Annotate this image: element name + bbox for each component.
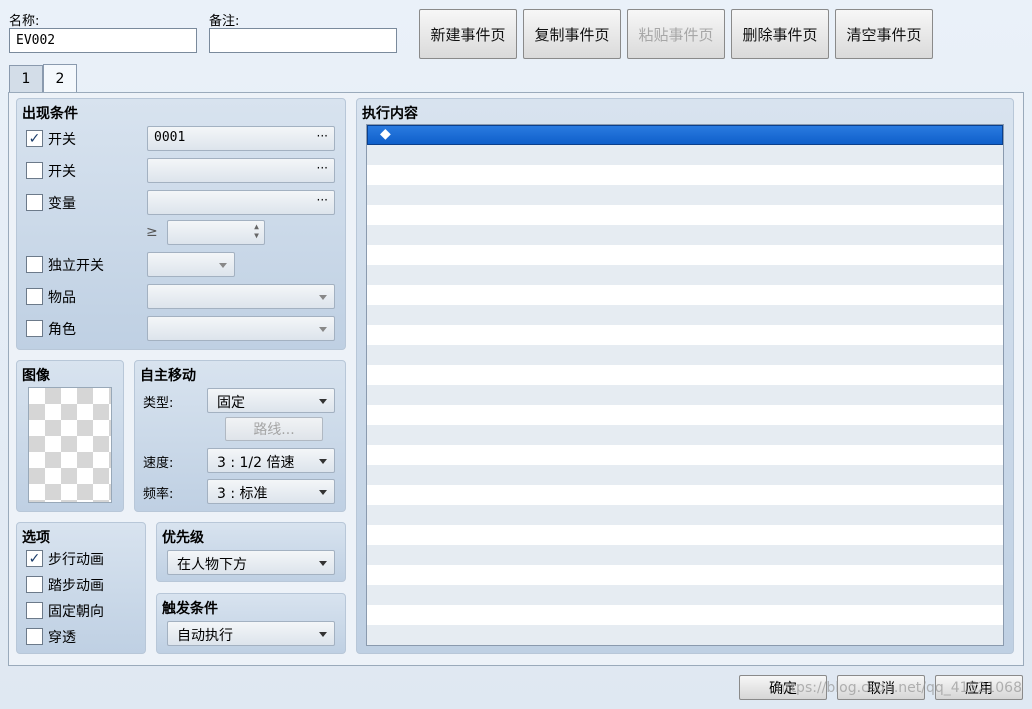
check-icon: ✓ — [28, 550, 41, 567]
switch1-field[interactable]: 0001 ··· — [147, 126, 335, 151]
trigger-dropdown[interactable]: 自动执行 — [167, 621, 335, 646]
trigger-value: 自动执行 — [177, 628, 233, 644]
chevron-down-icon — [319, 459, 327, 464]
variable-field[interactable]: ··· — [147, 190, 335, 215]
move-type-value: 固定 — [217, 395, 245, 411]
frequency-value: 3 : 标准 — [217, 486, 268, 502]
actor-checkbox[interactable] — [26, 320, 43, 337]
variable-value-spinbox[interactable]: ▲ ▼ — [167, 220, 265, 245]
note-label: 备注: — [209, 14, 240, 29]
chevron-down-icon — [319, 490, 327, 495]
item-dropdown[interactable] — [147, 284, 335, 309]
chevron-down-icon — [319, 327, 327, 332]
note-input[interactable] — [209, 28, 397, 53]
check-icon: ✓ — [28, 130, 41, 147]
command-list-row-selected[interactable]: ◆ — [367, 125, 1003, 145]
item-checkbox[interactable] — [26, 288, 43, 305]
gte-symbol: ≥ — [146, 224, 158, 240]
clear-page-button[interactable]: 清空事件页 — [835, 9, 933, 59]
spin-arrows-icon[interactable]: ▲ ▼ — [254, 222, 259, 240]
switch1-label: 开关 — [48, 132, 76, 148]
variable-label: 变量 — [48, 196, 76, 212]
command-list[interactable] — [366, 124, 1004, 646]
stepping-anim-checkbox[interactable] — [26, 576, 43, 593]
variable-checkbox[interactable] — [26, 194, 43, 211]
speed-value: 3 : 1/2 倍速 — [217, 455, 295, 471]
walking-anim-checkbox[interactable]: ✓ — [26, 550, 43, 567]
ellipsis-icon: ··· — [316, 161, 328, 175]
walking-anim-label: 步行动画 — [48, 552, 104, 568]
stepping-anim-label: 踏步动画 — [48, 578, 104, 594]
direction-fix-label: 固定朝向 — [48, 604, 104, 620]
priority-value: 在人物下方 — [177, 557, 247, 573]
watermark-text: https://blog.csdn.net/qq_41521068 — [776, 680, 1022, 696]
name-label: 名称: — [9, 14, 40, 29]
frequency-label: 频率: — [143, 487, 174, 502]
trigger-title: 触发条件 — [162, 601, 218, 617]
direction-fix-checkbox[interactable] — [26, 602, 43, 619]
switch2-label: 开关 — [48, 164, 76, 180]
switch1-checkbox[interactable]: ✓ — [26, 130, 43, 147]
contents-title: 执行内容 — [362, 106, 418, 122]
image-title: 图像 — [22, 368, 50, 384]
new-page-button[interactable]: 新建事件页 — [419, 9, 517, 59]
copy-page-button[interactable]: 复制事件页 — [523, 9, 621, 59]
priority-dropdown[interactable]: 在人物下方 — [167, 550, 335, 575]
self-switch-dropdown[interactable] — [147, 252, 235, 277]
diamond-icon: ◆ — [380, 126, 391, 142]
through-checkbox[interactable] — [26, 628, 43, 645]
chevron-down-icon — [319, 632, 327, 637]
chevron-down-icon — [319, 295, 327, 300]
self-switch-checkbox[interactable] — [26, 256, 43, 273]
frequency-dropdown[interactable]: 3 : 标准 — [207, 479, 335, 504]
ellipsis-icon: ··· — [316, 129, 328, 143]
priority-title: 优先级 — [162, 530, 204, 546]
image-preview[interactable] — [28, 387, 112, 503]
item-label: 物品 — [48, 290, 76, 306]
chevron-down-icon — [219, 263, 227, 268]
name-input[interactable] — [9, 28, 197, 53]
actor-label: 角色 — [48, 322, 76, 338]
through-label: 穿透 — [48, 630, 76, 646]
tab-page-2[interactable]: 2 — [43, 64, 77, 92]
speed-label: 速度: — [143, 456, 174, 471]
route-button[interactable]: 路线... — [225, 417, 323, 441]
speed-dropdown[interactable]: 3 : 1/2 倍速 — [207, 448, 335, 473]
paste-page-button[interactable]: 粘贴事件页 — [627, 9, 725, 59]
delete-page-button[interactable]: 删除事件页 — [731, 9, 829, 59]
tab-page-1[interactable]: 1 — [9, 65, 43, 92]
actor-dropdown[interactable] — [147, 316, 335, 341]
chevron-down-icon — [319, 561, 327, 566]
move-type-label: 类型: — [143, 396, 174, 411]
switch2-field[interactable]: ··· — [147, 158, 335, 183]
ellipsis-icon: ··· — [316, 193, 328, 207]
switch2-checkbox[interactable] — [26, 162, 43, 179]
conditions-title: 出现条件 — [22, 106, 78, 122]
self-switch-label: 独立开关 — [48, 258, 104, 274]
switch1-value: 0001 — [154, 130, 186, 145]
move-type-dropdown[interactable]: 固定 — [207, 388, 335, 413]
autonomous-title: 自主移动 — [140, 368, 196, 384]
chevron-down-icon — [319, 399, 327, 404]
options-title: 选项 — [22, 530, 50, 546]
